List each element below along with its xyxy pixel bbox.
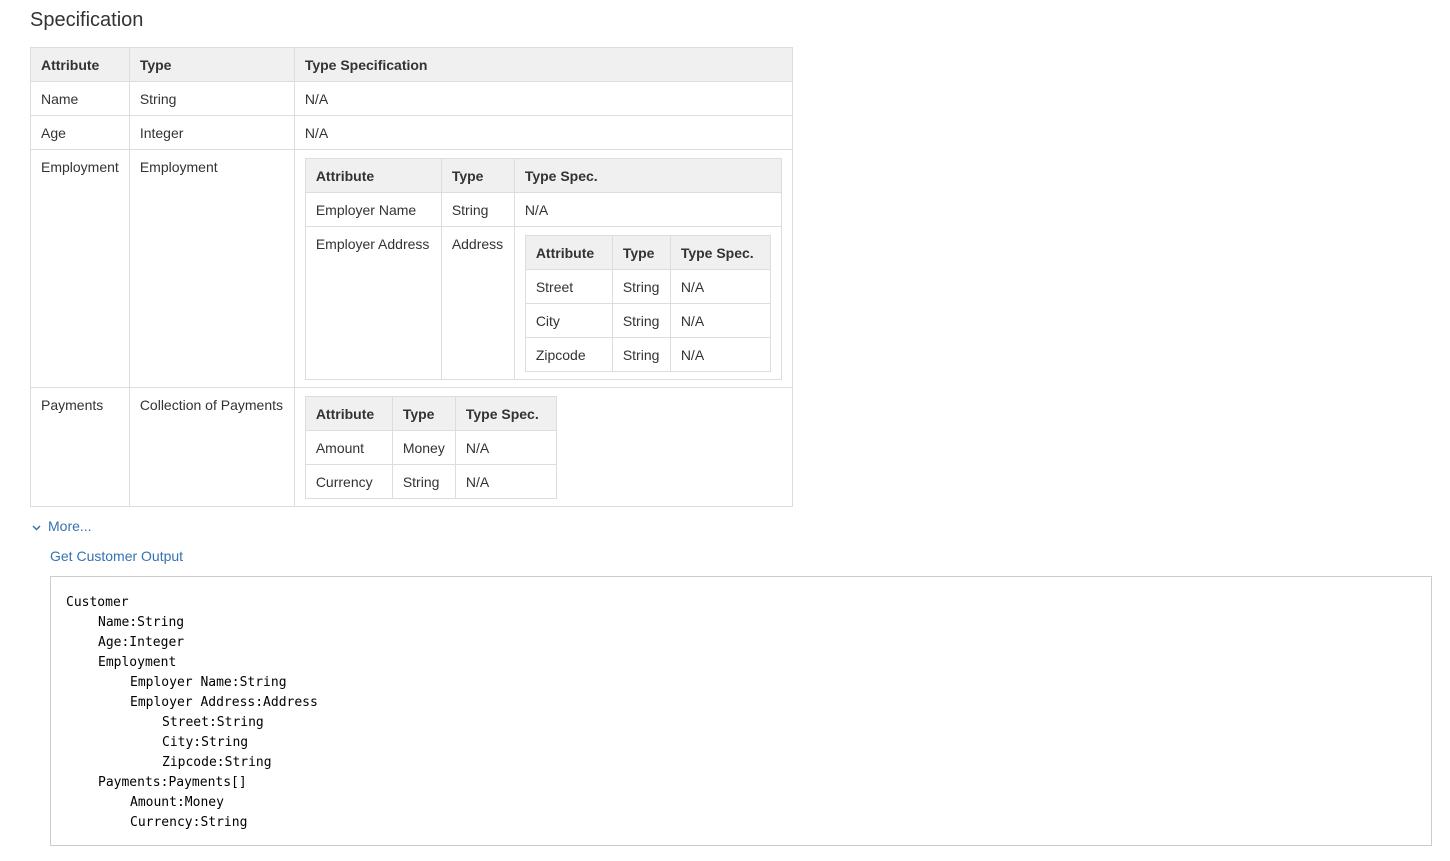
column-header-type: Type [128,47,295,82]
more-label: More... [48,518,92,534]
table-row: Employer Name String N/A [304,192,783,227]
spec-cell: N/A [669,303,772,338]
table-row: Employment Employment Attribute Type Typ… [30,149,794,388]
address-spec-table: Attribute Type Type Spec. Street String … [524,235,772,372]
chevron-down-icon [32,522,44,534]
code-line: Currency:String [130,815,248,830]
spec-cell: Attribute Type Type Spec. Amount Money N… [293,387,794,507]
table-header-row: Attribute Type Type Spec. [304,158,783,193]
type-cell: Address [440,226,515,380]
type-cell: Collection of Payments [128,387,295,507]
attribute-cell: City [524,303,613,338]
type-cell: String [128,81,295,116]
column-header-attribute: Attribute [304,396,393,431]
get-customer-output-link[interactable]: Get Customer Output [50,548,183,564]
spec-cell: N/A [669,337,772,372]
attribute-cell: Payments [30,387,130,507]
code-line: Age:Integer [98,635,185,650]
column-header-type: Type [611,235,671,270]
code-line: City:String [162,735,249,750]
specification-table: Attribute Type Type Specification Name S… [30,47,794,507]
more-toggle[interactable]: More... [32,518,92,534]
type-cell: String [391,464,456,499]
table-header-row: Attribute Type Type Spec. [304,396,557,431]
attribute-cell: Name [30,81,130,116]
column-header-type-spec: Type Spec. [513,158,783,193]
column-header-type-spec: Type Spec. [454,396,557,431]
spec-cell: N/A [454,430,557,465]
table-row: Employer Address Address Attribute Type … [304,226,783,380]
table-header-row: Attribute Type Type Spec. [524,235,772,270]
payments-spec-table: Attribute Type Type Spec. Amount Money N… [304,396,557,499]
spec-cell: Attribute Type Type Spec. Street String … [513,226,783,380]
code-line: Employer Address:Address [130,695,318,710]
code-line: Street:String [162,715,264,730]
type-cell: Money [391,430,456,465]
attribute-cell: Currency [304,464,393,499]
table-row: Payments Collection of Payments Attribut… [30,387,794,507]
column-header-type: Type [440,158,515,193]
code-line: Zipcode:String [162,755,272,770]
table-row: Name String N/A [30,81,794,116]
type-cell: String [440,192,515,227]
spec-cell: N/A [513,192,783,227]
table-row: Currency String N/A [304,464,557,499]
spec-cell: N/A [293,81,794,116]
attribute-cell: Employment [30,149,130,388]
employment-spec-table: Attribute Type Type Spec. Employer Name … [304,158,783,380]
table-row: Amount Money N/A [304,430,557,465]
table-row: Street String N/A [524,269,772,304]
type-cell: String [611,337,671,372]
code-line: Name:String [98,615,185,630]
code-line: Amount:Money [130,795,224,810]
column-header-attribute: Attribute [304,158,442,193]
table-row: City String N/A [524,303,772,338]
table-header-row: Attribute Type Type Specification [30,47,794,82]
type-cell: Employment [128,149,295,388]
type-cell: String [611,269,671,304]
spec-cell: N/A [293,115,794,150]
page-title: Specification [30,9,144,31]
code-line: Customer [66,595,129,610]
table-row: Age Integer N/A [30,115,794,150]
column-header-type-specification: Type Specification [293,47,794,82]
attribute-cell: Street [524,269,613,304]
column-header-type-spec: Type Spec. [669,235,772,270]
attribute-cell: Employer Name [304,192,442,227]
column-header-type: Type [391,396,456,431]
type-cell: String [611,303,671,338]
code-line: Payments:Payments[] [98,775,247,790]
table-row: Zipcode String N/A [524,337,772,372]
code-line: Employment [98,655,177,670]
code-line: Employer Name:String [130,675,287,690]
spec-cell: N/A [454,464,557,499]
attribute-cell: Employer Address [304,226,442,380]
spec-cell: Attribute Type Type Spec. Employer Name … [293,149,794,388]
attribute-cell: Zipcode [524,337,613,372]
attribute-cell: Age [30,115,130,150]
spec-cell: N/A [669,269,772,304]
attribute-cell: Amount [304,430,393,465]
output-code-block: Customer Name:String Age:Integer Employm… [50,576,1432,846]
type-cell: Integer [128,115,295,150]
column-header-attribute: Attribute [30,47,130,82]
column-header-attribute: Attribute [524,235,613,270]
